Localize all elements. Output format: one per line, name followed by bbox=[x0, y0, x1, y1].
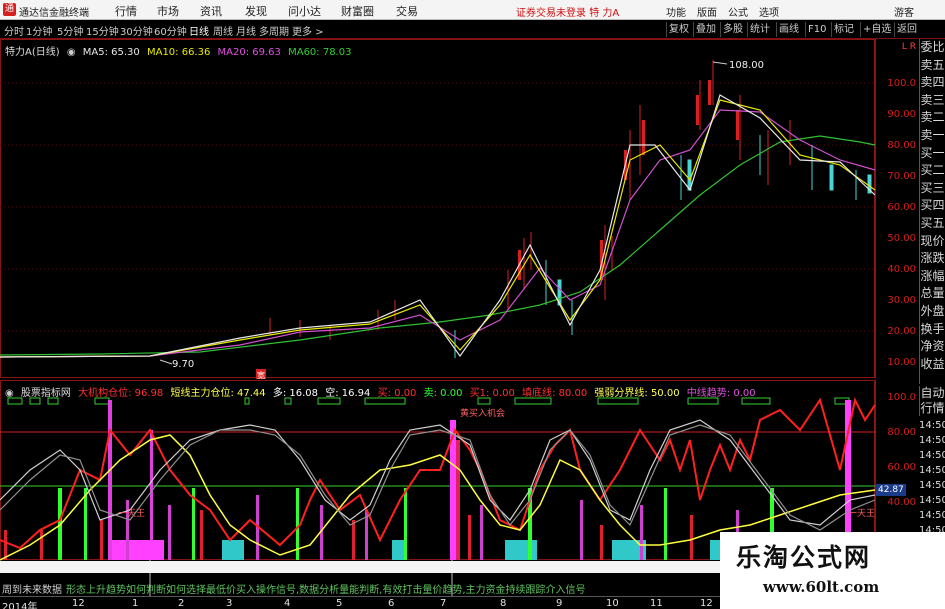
x-tick: 3 bbox=[226, 598, 233, 609]
ma5-line bbox=[0, 94, 876, 358]
x-tick: 12 bbox=[700, 598, 713, 609]
x-tick: 8 bbox=[500, 598, 507, 609]
buy-opportunity-annotation: 黄买入机会 bbox=[460, 407, 505, 419]
low-marker bbox=[159, 359, 173, 365]
candle-series bbox=[269, 60, 872, 358]
x-tick: 2 bbox=[178, 598, 185, 609]
watermark-url: www.60lt.com bbox=[763, 578, 880, 596]
x-tick: 1 bbox=[132, 598, 139, 609]
x-tick: 9 bbox=[556, 598, 563, 609]
watermark-title: 乐淘公式网 bbox=[736, 543, 872, 572]
scroll-info-text: 形态上升趋势如何判断如何选择最低价买入操作信号,数据分析量能判断,有效打击量价趋… bbox=[66, 585, 586, 596]
x-tick: 6 bbox=[388, 598, 395, 609]
x-tick: 11 bbox=[650, 598, 663, 609]
x-tick: 7 bbox=[440, 598, 447, 609]
ma60-line bbox=[0, 135, 876, 356]
chart-canvas: 108.00 9.70 宽 黄买入机会 一天王 一天王 bbox=[0, 60, 876, 596]
bottom-ticker-bar bbox=[0, 561, 720, 573]
time-x-axis: 2014年 12 1 2 3 4 5 6 7 8 9 10 11 12 bbox=[0, 596, 720, 609]
x-tick: 4 bbox=[284, 598, 291, 609]
ahead-annotation: 一天王 bbox=[118, 508, 145, 519]
low-label: 9.70 bbox=[172, 359, 194, 370]
high-label: 108.00 bbox=[729, 60, 764, 71]
x-tick: 10 bbox=[606, 598, 619, 609]
x-tick: 5 bbox=[336, 598, 343, 609]
future-data-button[interactable]: 周到未来数据 bbox=[2, 581, 62, 596]
ma10-line bbox=[0, 99, 876, 358]
signal-boxes bbox=[7, 397, 850, 405]
event-marker-label: 宽 bbox=[257, 370, 265, 380]
ahead-annotation-right: 一天王 bbox=[848, 508, 875, 519]
x-tick: 2014年 bbox=[2, 602, 38, 609]
ma20-line bbox=[0, 109, 876, 358]
x-tick: 12 bbox=[72, 598, 85, 609]
high-marker bbox=[712, 61, 728, 65]
